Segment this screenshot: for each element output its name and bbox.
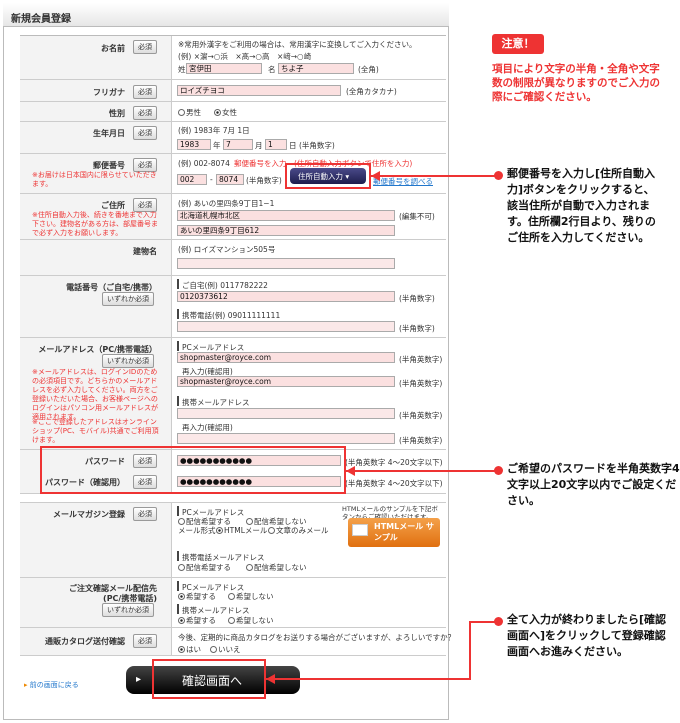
- bullet-icon: [494, 466, 503, 475]
- bullet-icon: [494, 617, 503, 626]
- bullet-icon: [494, 171, 503, 180]
- page: 新規会員登録 お名前 必須 ※常用外漢字をご利用の場合は、常用漢字に変換してご入力…: [0, 0, 680, 723]
- password-instruction: ご希望のパスワードを半角英数字4文字以上20文字以内でご設定ください。: [507, 462, 680, 507]
- caution-badge: 注意！: [492, 34, 544, 54]
- caution-text: 項目により文字の半角・全角や文字数の制限が異なりますのでご入力の際にご確認くださ…: [492, 63, 660, 103]
- confirm-instruction: 全て入力が終わりましたら[確認画面へ]をクリックして登録確認画面へお進みください…: [507, 613, 667, 658]
- zip-instruction: 郵便番号を入力し[住所自動入力]ボタンをクリックすると、該当住所が自動で入力され…: [507, 167, 656, 244]
